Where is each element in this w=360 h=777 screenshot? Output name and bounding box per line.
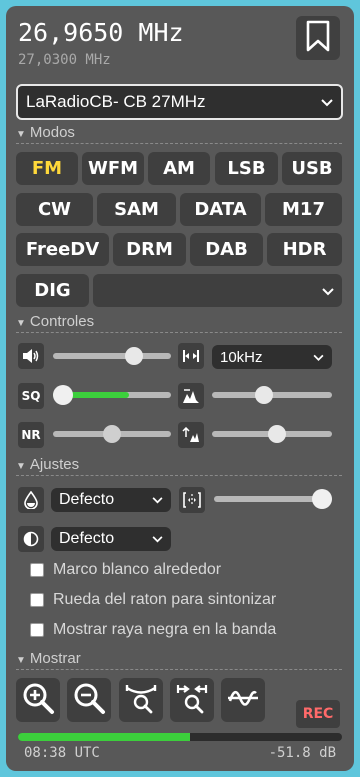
mode-button-drm[interactable]: DRM [113,233,186,266]
controls-section-header[interactable]: ▼ Controles [16,313,342,333]
mode-button-dab[interactable]: DAB [190,233,263,266]
chevron-down-icon [322,281,334,301]
noise-reduction-label[interactable]: NR [18,422,44,448]
bookmark-button[interactable] [296,16,340,60]
waterfall-max-icon[interactable] [178,422,204,448]
zoom-out-icon [72,681,106,719]
mode-button-wfm[interactable]: WFM [82,152,144,185]
settings-section-title: Ajustes [29,456,80,473]
white-border-checkbox[interactable]: Marco blanco alrededor [30,561,221,579]
white-border-label: Marco blanco alrededor [53,561,222,578]
mode-button-data[interactable]: DATA [180,193,261,226]
zoom-out-button[interactable] [67,678,111,722]
digital-mode-select[interactable] [93,274,342,307]
waterfall-max-slider-thumb[interactable] [268,425,286,443]
settings-section-header[interactable]: ▼ Ajustes [16,456,342,476]
volume-slider-thumb[interactable] [125,347,143,365]
black-band-line-checkbox[interactable]: Mostrar raya negra en la banda [30,621,276,639]
colormap-select-value: Defecto [59,491,115,508]
checkbox-box[interactable] [30,563,44,577]
chevron-down-icon [152,530,163,548]
display-section-title: Mostrar [29,650,81,667]
sub-frequency-display: 27,0300 MHz [18,52,111,68]
display-section-header[interactable]: ▼ Mostrar [16,650,342,670]
checkbox-box[interactable] [30,623,44,637]
controls-section-title: Controles [29,313,95,330]
waterfall-max-slider[interactable] [212,425,332,443]
mode-button-sam[interactable]: SAM [97,193,176,226]
squelch-slider[interactable] [53,385,171,405]
zoom-fit-button[interactable] [170,678,214,722]
zoom-band-button[interactable] [119,678,163,722]
zoom-band-icon [124,681,158,719]
bandwidth-select-value: 10kHz [220,348,263,366]
mode-button-am[interactable]: AM [148,152,210,185]
mode-button-freedv[interactable]: FreeDV [16,233,109,266]
mode-button-usb[interactable]: USB [282,152,342,185]
station-select[interactable]: LaRadioCB- CB 27MHz [16,84,343,120]
contrast-icon [18,526,44,552]
collapse-triangle-icon: ▼ [16,655,26,666]
collapse-triangle-icon: ▼ [16,318,26,329]
zoom-fit-icon [175,681,209,719]
bandwidth-select[interactable]: 10kHz [212,345,332,369]
mode-button-dig[interactable]: DIG [16,274,89,307]
utc-time: 08:38 UTC [24,745,100,761]
volume-slider[interactable] [53,347,171,365]
black-band-line-label: Mostrar raya negra en la banda [53,621,277,638]
checkbox-box[interactable] [30,593,44,607]
spectrum-icon [226,681,260,719]
waterfall-min-slider[interactable] [212,386,332,404]
theme-select-value: Defecto [59,530,115,547]
noise-reduction-slider-thumb[interactable] [103,425,121,443]
mouse-wheel-tune-checkbox[interactable]: Rueda del raton para sintonizar [30,591,276,609]
mode-button-hdr[interactable]: HDR [267,233,342,266]
frequency-display[interactable]: 26,9650 MHz [18,18,184,47]
squelch-label[interactable]: SQ [18,383,44,409]
mode-button-fm[interactable]: FM [16,152,78,185]
mode-button-cw[interactable]: CW [16,193,93,226]
zoom-in-icon [21,681,55,719]
colormap-select[interactable]: Defecto [51,488,171,512]
zoom-in-button[interactable] [16,678,60,722]
record-button[interactable]: REC [296,700,340,728]
signal-db-readout: -51.8 dB [268,745,336,761]
receiver-panel: 26,9650 MHz 27,0300 MHz LaRadioCB- CB 27… [6,6,354,771]
waterfall-zoom-slider[interactable] [214,489,332,509]
volume-icon[interactable] [18,343,44,369]
chevron-down-icon [321,92,333,112]
collapse-triangle-icon: ▼ [16,461,26,472]
droplet-icon [18,487,44,513]
bookmark-icon [305,20,331,56]
theme-select[interactable]: Defecto [51,527,171,551]
signal-level-fill [18,733,190,741]
squelch-slider-thumb[interactable] [53,385,73,405]
waterfall-zoom-icon[interactable] [179,487,205,513]
modes-section-title: Modos [29,124,75,141]
chevron-down-icon [152,491,163,509]
waterfall-min-icon[interactable] [178,383,204,409]
mode-button-lsb[interactable]: LSB [215,152,278,185]
mouse-wheel-tune-label: Rueda del raton para sintonizar [53,591,277,608]
modes-section-header[interactable]: ▼ Modos [16,124,342,144]
station-select-value: LaRadioCB- CB 27MHz [26,92,206,111]
mode-button-m17[interactable]: M17 [265,193,342,226]
bandwidth-icon[interactable] [178,343,204,369]
waterfall-min-slider-thumb[interactable] [255,386,273,404]
spectrum-button[interactable] [221,678,265,722]
chevron-down-icon [313,349,324,366]
collapse-triangle-icon: ▼ [16,129,26,140]
signal-level-bar [18,733,342,741]
noise-reduction-slider[interactable] [53,425,171,443]
waterfall-zoom-slider-thumb[interactable] [312,489,332,509]
